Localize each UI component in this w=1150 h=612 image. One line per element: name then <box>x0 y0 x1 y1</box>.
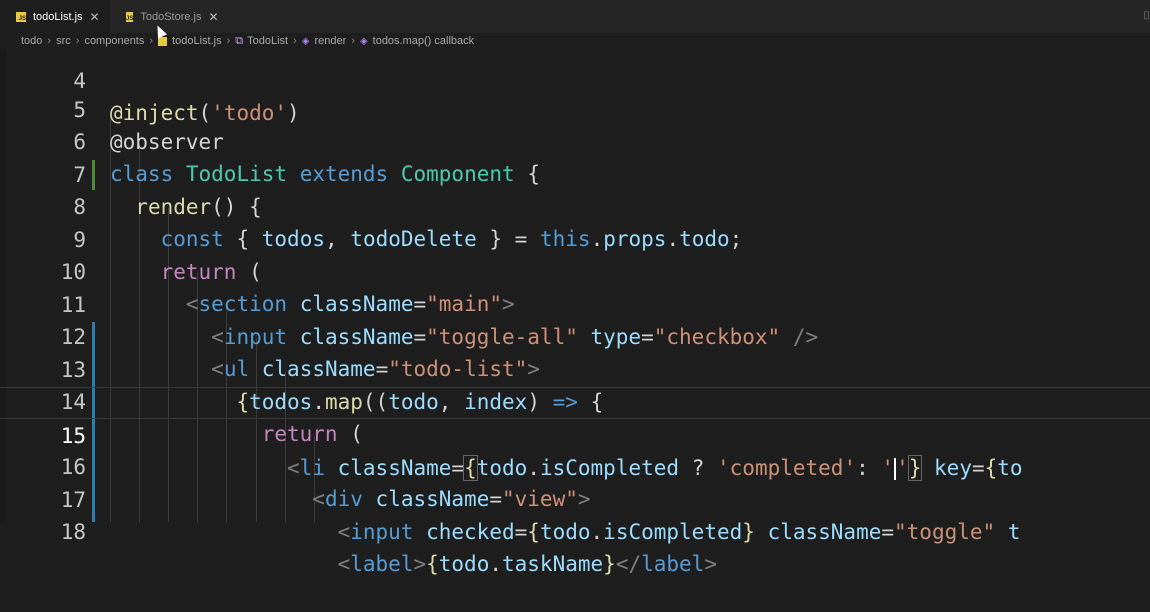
code-editor[interactable]: 4 @inject('todo') 5 @observer 6 class To… <box>0 49 1150 576</box>
line-text: <label>{todo.taskName}</label> <box>337 552 717 576</box>
code-line: 8 const { todos, todoDelete } = this.pro… <box>0 159 1150 251</box>
close-icon[interactable]: ✕ <box>90 10 100 24</box>
code-line: 7 render() { <box>0 127 1150 219</box>
code-line: 17 <input checked={todo.isCompleted} cla… <box>0 452 1150 544</box>
code-line: 12 <ul className="todo-list"> <box>0 289 1150 381</box>
code-line: 5 @observer <box>0 62 1150 154</box>
tab-bar: JS todoList.js ✕ JS TodoStore.js ✕ ⌷ <box>0 0 1150 34</box>
tab-label: todoList.js <box>33 10 83 23</box>
line-number: 18 <box>60 520 86 544</box>
code-line: 11 <input className="toggle-all" type="c… <box>0 257 1150 349</box>
close-icon[interactable]: ✕ <box>209 10 219 24</box>
js-file-icon: JS <box>16 11 26 22</box>
code-line: 6 class TodoList extends Component { <box>0 94 1150 186</box>
tab-todostore[interactable]: JS TodoStore.js ✕ <box>110 0 225 33</box>
js-file-icon: JS <box>126 11 134 22</box>
code-line-current: 15 <li className={todo.isCompleted ? 'co… <box>0 387 1150 481</box>
split-editor-icon[interactable]: ⌷ <box>1143 10 1150 23</box>
code-line: 13 {todos.map((todo, index) => { <box>0 322 1150 414</box>
tab-label: TodoStore.js <box>140 10 202 23</box>
code-line: 10 <section className="main"> <box>0 224 1150 316</box>
line-text: <input checked={todo.isCompleted} classN… <box>337 520 1021 544</box>
code-line: 16 <div className="view"> <box>0 419 1150 511</box>
tab-todolist[interactable]: JS todoList.js ✕ <box>0 0 110 33</box>
code-line: 18 <label>{todo.taskName}</label> <box>0 484 1150 576</box>
code-line: 9 return ( <box>0 192 1150 284</box>
code-line: 14 return ( <box>0 354 1150 446</box>
code-line: 4 @inject('todo') <box>0 33 1150 125</box>
